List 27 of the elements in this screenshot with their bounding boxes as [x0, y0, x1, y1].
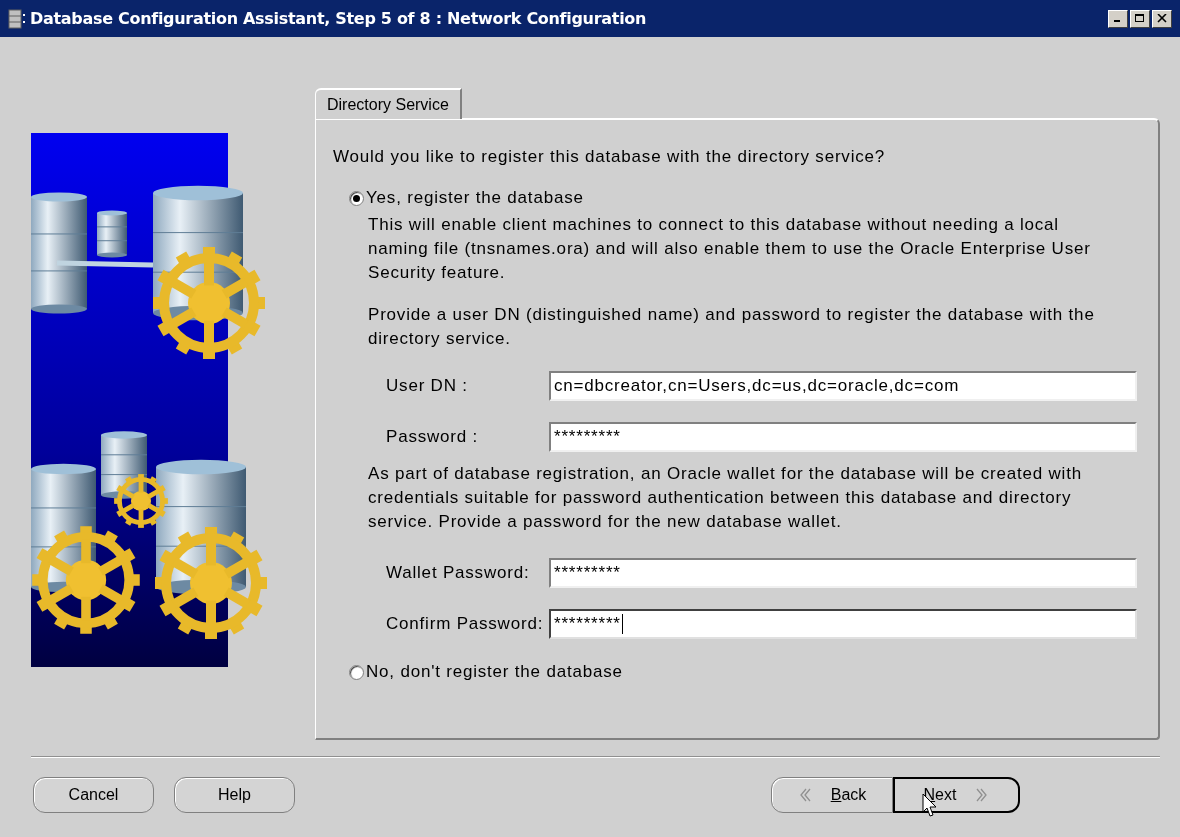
radio-button[interactable]: [349, 664, 364, 680]
input-field[interactable]: cn=dbcreator,cn=Users,dc=us,dc=oracle,dc=com: [549, 371, 1137, 401]
instruction-text: Provide a user DN (distinguished name) and password to register the database with the directory service.: [368, 304, 1096, 350]
input-field[interactable]: *********: [549, 422, 1137, 452]
description-text: This will enable client machines to connect to this database without needing a local naming file (tnsnames.ora) and will also enable them to use the Oracle Enterprise User Security feature.: [368, 214, 1092, 284]
field-label: Confirm Password:: [385, 613, 545, 636]
input-field[interactable]: *********: [549, 609, 1137, 639]
close-icon: [1157, 14, 1167, 23]
minimize-button[interactable]: [1108, 9, 1128, 28]
wallet-note-text: As part of database registration, an Oracle wallet for the database will be created with credentials suitable for password authentication between this database and directory service. Provide a password for the new database wallet.: [368, 463, 1083, 533]
tab[interactable]: Directory Service: [315, 88, 462, 119]
close-button[interactable]: [1152, 9, 1172, 28]
app-icon: [8, 8, 26, 29]
back-button[interactable]: Back: [771, 777, 893, 813]
radio-label[interactable]: Yes, register the database: [366, 187, 584, 209]
input-field[interactable]: *********: [549, 558, 1137, 588]
window-title: Database Configuration Assistant, Step 5 of 8 : Network Configuration: [30, 7, 648, 30]
maximize-button[interactable]: [1130, 9, 1150, 28]
dialog-button[interactable]: Cancel: [33, 777, 154, 813]
radio-label[interactable]: No, don't register the database: [366, 661, 623, 683]
radio-button[interactable]: [349, 190, 364, 206]
field-label: Wallet Password:: [385, 562, 531, 585]
field-label: User DN :: [385, 375, 469, 398]
field-label: Password :: [385, 426, 480, 449]
maximize-icon: [1135, 14, 1145, 23]
dialog-button[interactable]: Help: [174, 777, 295, 813]
question-text: Would you like to register this database with the directory service?: [333, 146, 887, 168]
